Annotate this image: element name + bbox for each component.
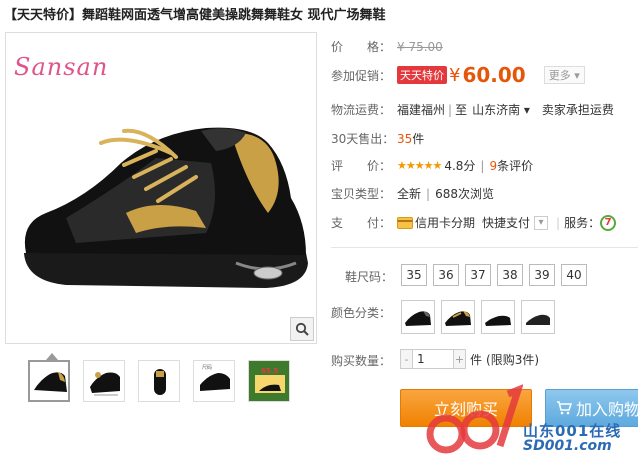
thumb-pointer [46, 353, 58, 360]
quick-pay[interactable]: 快捷支付 [482, 214, 530, 231]
seven-day-return-icon[interactable]: 7 [600, 214, 617, 231]
sold-row: 30天售出： 35 件 [331, 130, 424, 147]
price-row: 价 格： ¥ 75.00 [331, 38, 443, 55]
thumbnail-4[interactable]: 尺码 [193, 360, 235, 402]
shoe-image [24, 127, 308, 288]
quantity-plus-button[interactable]: + [453, 349, 466, 369]
quantity-limit: (限购3件) [486, 352, 540, 367]
zoom-button[interactable] [290, 317, 314, 341]
shipping-fee: 卖家承担运费 [541, 103, 614, 117]
quantity-label-row: 购买数量： [331, 352, 391, 369]
ship-from: 福建福州 [397, 103, 446, 117]
payment-row: 支 付： 信用卡分期 快捷支付 ▾ | 服务： 7 [331, 214, 617, 231]
size-option[interactable]: 35 [401, 264, 427, 286]
size-option[interactable]: 38 [497, 264, 523, 286]
sold-count: 35 [397, 131, 413, 146]
payment-dropdown-button[interactable]: ▾ [534, 215, 549, 230]
credit-card-icon [397, 216, 413, 229]
item-type-row: 宝贝类型： 全新 | 688次浏览 [331, 186, 494, 202]
svg-text:尺码: 尺码 [202, 364, 212, 371]
color-option-black[interactable] [401, 300, 435, 334]
shipping-row: 物流运费： 福建福州 | 至 山东济南 ▾ 卖家承担运费 [331, 101, 614, 118]
product-title: 【天天特价】舞蹈鞋网面透气增高健美操跳舞舞鞋女 现代广场舞鞋 [4, 8, 386, 23]
item-condition: 全新 [397, 187, 422, 201]
watermark-line2: SD001.com [523, 438, 612, 454]
currency-symbol: ¥ [449, 64, 461, 86]
ship-to-prefix: 至 [455, 103, 468, 117]
size-option[interactable]: 37 [465, 264, 491, 286]
color-option-black-low[interactable] [481, 300, 515, 334]
rating-label: 评 价： [331, 159, 392, 173]
rating-row: 评 价： ★★★★★ 4.8分 | 9 条评价 [331, 157, 534, 174]
watermark-logo [426, 383, 524, 454]
site-watermark: 山东001在线 SD001.com [418, 383, 638, 458]
brand-logo: Sansan [14, 53, 109, 81]
color-option-black-gold[interactable] [441, 300, 475, 334]
more-promotions-button[interactable]: 更多 ▾ [543, 66, 585, 84]
service-label: 服务： [564, 216, 601, 230]
quantity-label: 购买数量： [331, 354, 392, 368]
divider [331, 247, 638, 248]
shipping-label: 物流运费： [331, 103, 392, 117]
size-label: 鞋尺码： [345, 270, 394, 284]
color-label: 颜色分类： [331, 306, 392, 320]
credit-installment[interactable]: 信用卡分期 [415, 214, 475, 231]
review-count-suffix[interactable]: 条评价 [497, 157, 533, 174]
original-price: ¥ 75.00 [397, 39, 443, 54]
size-label-row: 鞋尺码： [345, 268, 393, 285]
magnifier-icon [295, 322, 309, 336]
price-label: 价 格： [331, 40, 392, 54]
size-option[interactable]: 39 [529, 264, 555, 286]
thumbnail-3[interactable] [138, 360, 180, 402]
color-label-row: 颜色分类： [331, 304, 391, 321]
thumbnail-list: 尺码 65.5 [28, 360, 290, 402]
promotion-tag: 天天特价 [397, 66, 447, 84]
thumb-price-text: 65.5 [261, 367, 278, 375]
size-option[interactable]: 40 [561, 264, 587, 286]
review-count[interactable]: 9 [489, 159, 497, 173]
sold-unit: 件 [412, 132, 425, 146]
thumbnail-5[interactable]: 65.5 [248, 360, 290, 402]
size-options: 35 36 37 38 39 40 [401, 264, 587, 286]
quantity-stepper: - 1 + 件 (限购3件) [400, 349, 539, 369]
thumbnail-2[interactable] [83, 360, 125, 402]
quantity-minus-button[interactable]: - [400, 349, 413, 369]
item-type-label: 宝贝类型： [331, 187, 392, 201]
quantity-unit: 件 [470, 352, 483, 367]
promo-price: 60.00 [462, 63, 526, 87]
ship-to-dropdown[interactable]: 山东济南 ▾ [472, 101, 530, 118]
color-options [401, 300, 555, 334]
promotion-row: 参加促销： 天天特价 ¥ 60.00 更多 ▾ [331, 62, 585, 88]
quantity-input[interactable]: 1 [413, 349, 453, 369]
sold-label: 30天售出： [331, 132, 395, 146]
view-count: 688次浏览 [435, 187, 494, 201]
rating-score: 4.8分 [444, 159, 476, 173]
main-product-image[interactable]: Sansan [5, 32, 317, 344]
size-option[interactable]: 36 [433, 264, 459, 286]
thumbnail-1[interactable] [28, 360, 70, 402]
promotion-label: 参加促销： [331, 68, 392, 83]
rating-stars: ★★★★★ [397, 159, 442, 172]
payment-label: 支 付： [331, 216, 392, 230]
color-option-black-plain[interactable] [521, 300, 555, 334]
